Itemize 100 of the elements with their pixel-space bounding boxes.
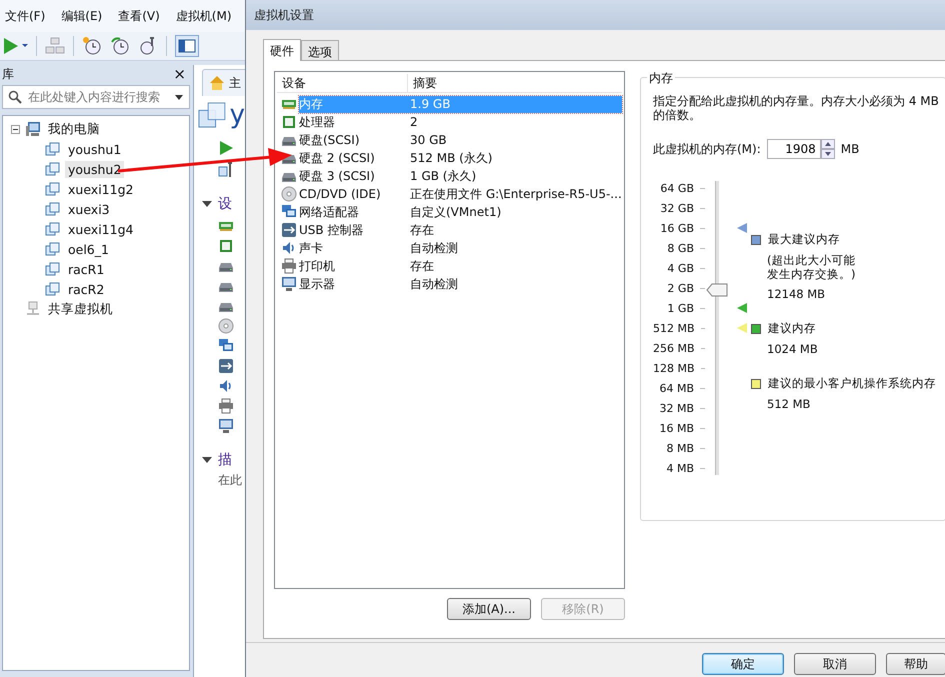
device-row[interactable]: 硬盘(SCSI) 30 GB: [299, 132, 622, 148]
collapse-toggle[interactable]: [11, 124, 21, 134]
window-title: 虚拟机设置: [254, 6, 314, 24]
device-row[interactable]: CD/DVD (IDE) 正在使用文件 G:\Enterprise-R5-U5-...: [299, 186, 622, 202]
device-row[interactable]: 打印机 存在: [299, 258, 622, 274]
tick-label: 1 GB: [667, 302, 694, 314]
list-button[interactable]: 添加(A)...: [447, 598, 531, 620]
tab[interactable]: 硬件: [263, 39, 301, 61]
tick-label: 256 MB: [653, 342, 695, 354]
printer-icon: [281, 258, 297, 274]
legend-title: 建议内存: [768, 321, 816, 336]
tick-label: 16 MB: [659, 422, 694, 434]
wrench-icon[interactable]: [218, 162, 234, 178]
play-icon[interactable]: [2, 36, 28, 56]
virtual-machine-icon: [45, 181, 61, 197]
vm-title: y: [230, 100, 245, 130]
section-title: 设: [218, 195, 232, 213]
tick-label: 32 MB: [659, 402, 694, 414]
virtual-machine-icon: [45, 161, 61, 177]
tick-label: 128 MB: [653, 362, 695, 374]
slider-track[interactable]: [705, 181, 729, 475]
disc-icon: [281, 186, 297, 202]
device-summary: 30 GB: [410, 133, 447, 147]
virtual-machine-icon: [198, 100, 228, 130]
device-row[interactable]: 网络适配器 自定义(VMnet1): [299, 204, 622, 220]
tree-item[interactable]: oel6_1: [65, 240, 112, 258]
monitor-icon: [218, 418, 234, 434]
dialog-button[interactable]: 帮助: [886, 653, 945, 675]
description-text: 指定分配给此虚拟机的内存量。内存大小必须为 4 MB 的倍数。: [653, 94, 940, 122]
tree-item[interactable]: xuexi11g2: [65, 180, 136, 198]
tab[interactable]: 选项: [301, 40, 339, 60]
spinner-icon[interactable]: [820, 139, 835, 159]
device-row[interactable]: 声卡 自动检测: [299, 240, 622, 256]
memory-field[interactable]: 1908: [766, 139, 821, 159]
tick-label: 32 GB: [660, 202, 694, 214]
processor-icon: [218, 238, 234, 254]
processor-icon: [281, 114, 297, 130]
device-name: 硬盘(SCSI): [299, 132, 361, 148]
menu-item[interactable]: 查看(V): [118, 8, 160, 24]
tree-item[interactable]: youshu1: [65, 140, 124, 158]
device-row[interactable]: 硬盘 3 (SCSI) 1 GB (永久): [299, 168, 622, 184]
dropdown-icon: [175, 94, 183, 100]
home-tab[interactable]: 主: [202, 69, 245, 96]
play-icon[interactable]: [218, 140, 234, 156]
legend-title: 最大建议内存: [768, 232, 840, 247]
device-summary: 存在: [410, 222, 434, 238]
device-row[interactable]: 显示器 自动检测: [299, 276, 622, 292]
legend-note: (超出此大小可能发生内存交换。): [767, 253, 856, 281]
menu-item[interactable]: 文件(F): [5, 8, 46, 24]
sidebar-toggle-icon[interactable]: [175, 35, 199, 57]
search-icon: [8, 90, 22, 104]
device-summary: 自动检测: [410, 240, 458, 256]
network-icon: [218, 338, 234, 354]
tree-item[interactable]: 共享虚拟机: [45, 300, 116, 318]
house-icon: [209, 75, 225, 91]
tree-item[interactable]: racR2: [65, 280, 108, 298]
device-name: 硬盘 2 (SCSI): [299, 150, 376, 166]
virtual-machine-icon: [45, 201, 61, 217]
tree-item[interactable]: youshu2: [65, 160, 124, 178]
column-header[interactable]: 设备: [277, 74, 408, 92]
dialog-button[interactable]: 取消: [794, 653, 876, 675]
virtual-machine-icon: [45, 221, 61, 237]
monitor-icon: [281, 276, 297, 292]
device-row[interactable]: 处理器 2: [299, 114, 622, 130]
collapse-icon[interactable]: [202, 201, 212, 207]
close-button[interactable]: ×: [173, 65, 186, 83]
column-header[interactable]: 摘要: [408, 74, 437, 92]
device-name: 打印机: [299, 258, 336, 274]
device-name: 声卡: [299, 240, 324, 256]
device-name: 处理器: [299, 114, 336, 130]
legend-title: 建议的最小客户机操作系统内存: [768, 376, 936, 391]
clock-icon[interactable]: [110, 36, 130, 56]
tick-label: 512 MB: [653, 322, 695, 334]
tree-item[interactable]: xuexi11g4: [65, 220, 136, 238]
tick-label: 64 GB: [660, 182, 694, 194]
device-row[interactable]: 硬盘 2 (SCSI) 512 MB (永久): [299, 150, 622, 166]
device-summary: 存在: [410, 258, 434, 274]
tick-label: 16 GB: [660, 222, 694, 234]
collapse-icon[interactable]: [202, 457, 212, 463]
tree-item[interactable]: racR1: [65, 260, 108, 278]
device-name: 内存: [299, 96, 324, 112]
clock-icon[interactable]: [82, 36, 102, 56]
dialog-button[interactable]: 确定: [702, 653, 784, 675]
menu-item[interactable]: 虚拟机(M): [176, 8, 232, 24]
device-name: 网络适配器: [299, 204, 360, 220]
tick-label: 2 GB: [667, 282, 694, 294]
device-summary: 1.9 GB: [410, 97, 450, 111]
device-summary: 自动检测: [410, 276, 458, 292]
device-summary: 2: [410, 115, 418, 129]
device-summary: 512 MB (永久): [410, 150, 492, 166]
virtual-machine-icon: [45, 241, 61, 257]
computer-icon: [25, 121, 41, 137]
tree-item[interactable]: xuexi3: [65, 200, 113, 218]
search-field[interactable]: 在此处键入内容进行搜索: [2, 85, 190, 109]
menu-item[interactable]: 编辑(E): [61, 8, 102, 24]
slider-thumb[interactable]: [706, 283, 728, 298]
virtual-machine-icon: [45, 261, 61, 277]
device-row[interactable]: USB 控制器 存在: [299, 222, 622, 238]
tree-item[interactable]: 我的电脑: [45, 120, 103, 138]
field-label: 此虚拟机的内存(M):: [653, 140, 761, 158]
